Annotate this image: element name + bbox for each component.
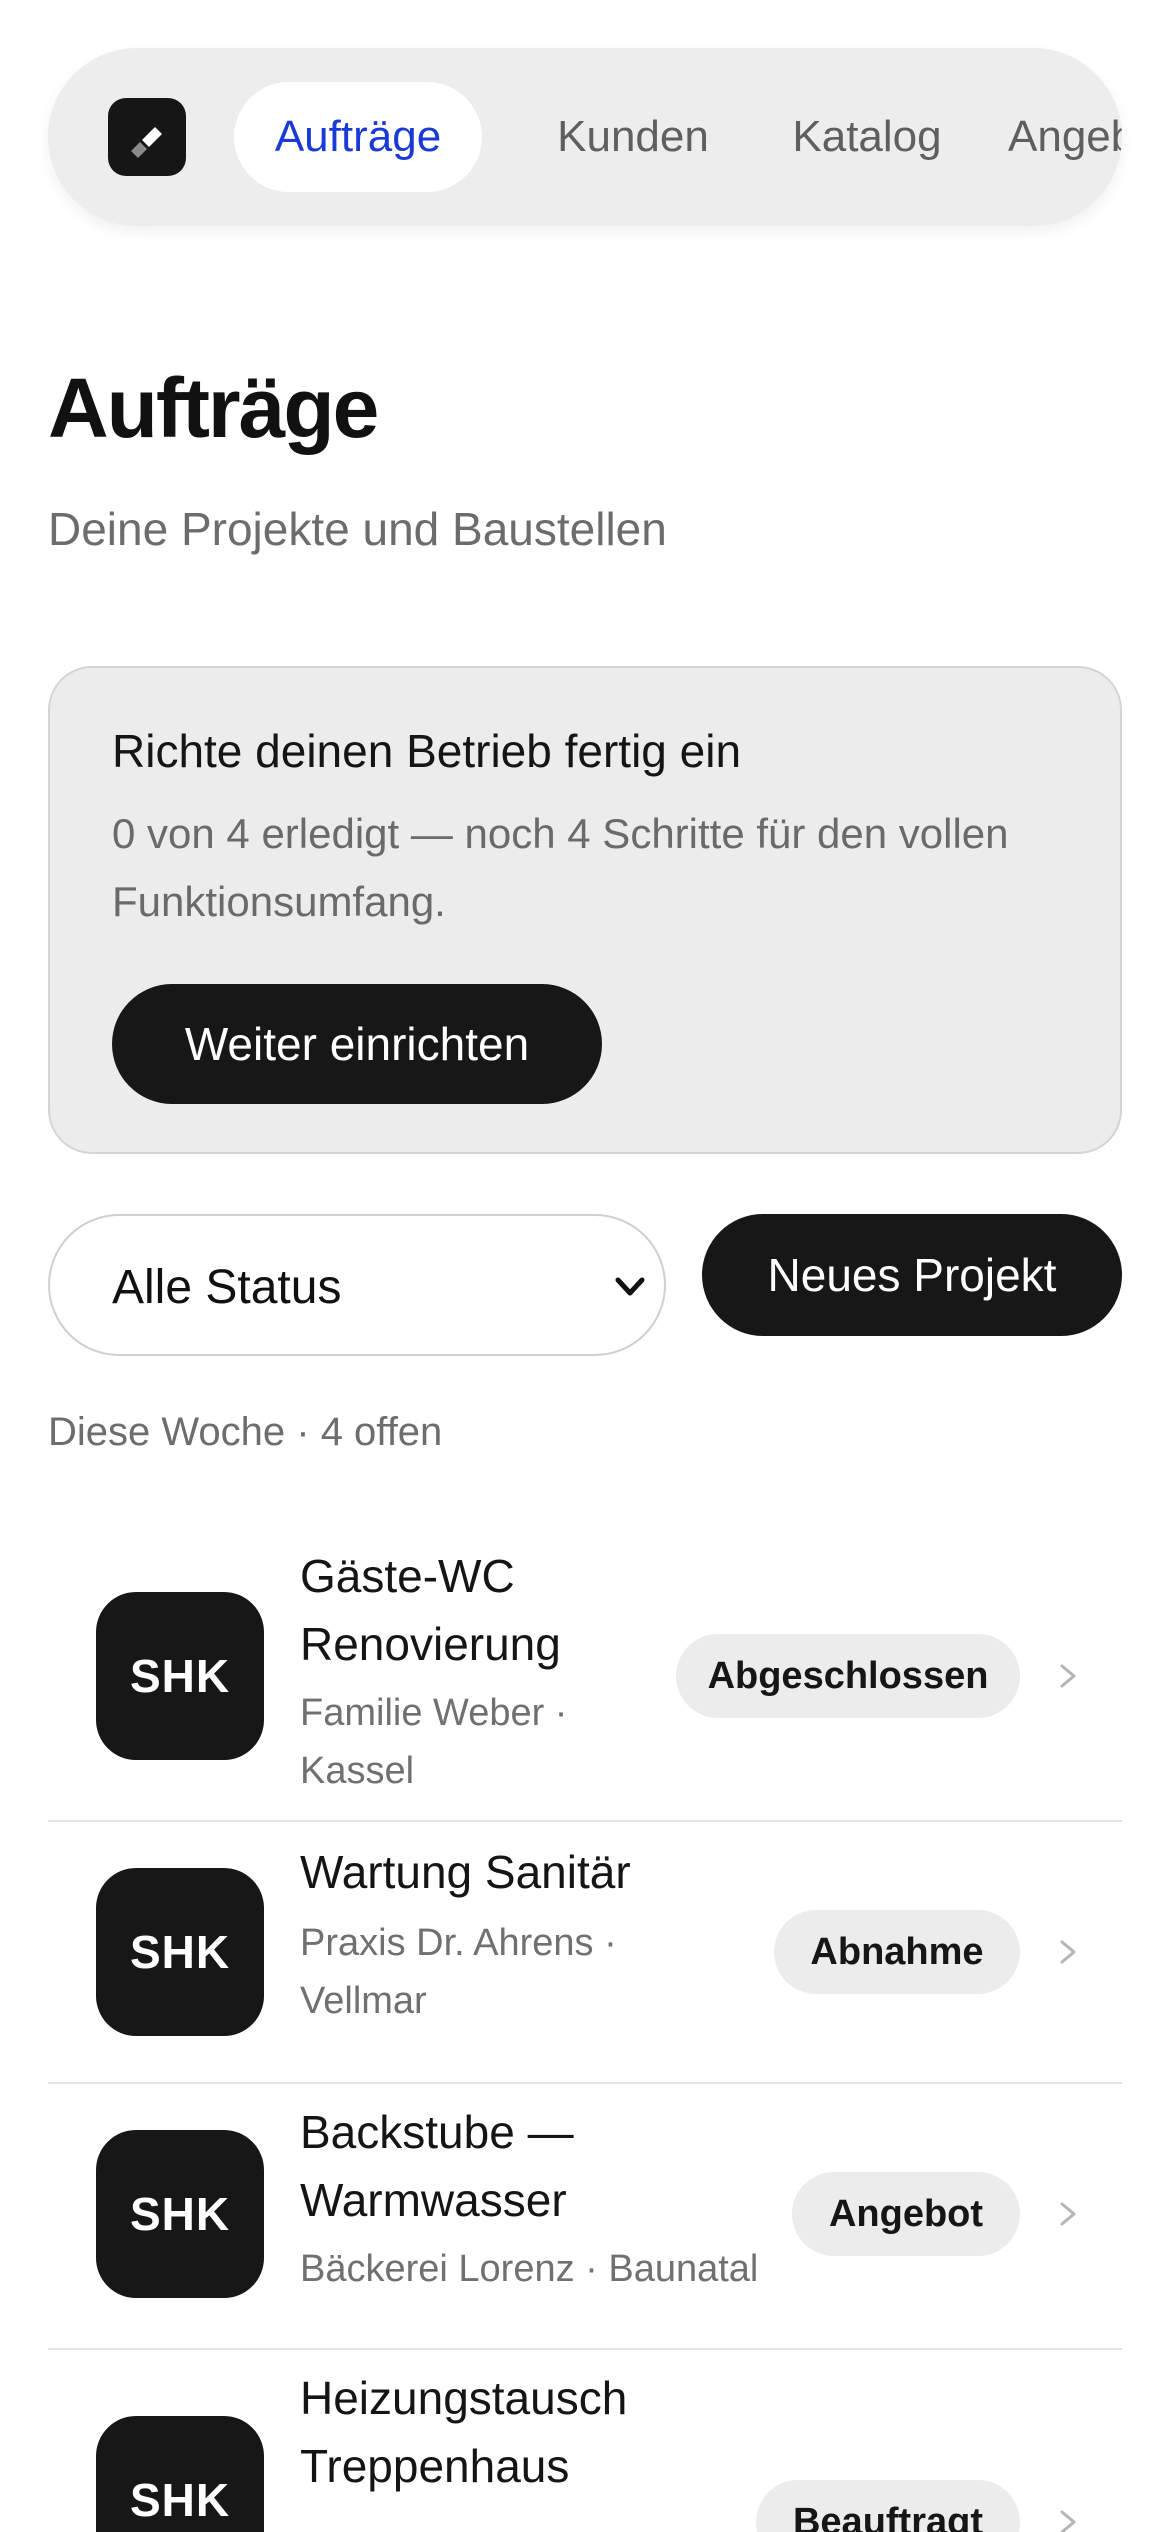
top-navigation: Aufträge Kunden Katalog Angebote <box>48 48 1122 226</box>
project-avatar: SHK <box>96 2130 264 2298</box>
status-badge: Abnahme <box>774 1910 1020 1994</box>
hammer-icon <box>131 127 162 158</box>
project-row[interactable]: SHK Wartung Sanitär Praxis Dr. Ahrens · … <box>48 1822 1122 2084</box>
page-title: Aufträge <box>48 361 379 455</box>
chevron-right-icon <box>1060 2510 1076 2532</box>
status-badge: Abgeschlossen <box>676 1634 1020 1718</box>
project-row[interactable]: SHK Backstube — Warmwasser Bäckerei Lore… <box>48 2084 1122 2350</box>
chevron-down-icon <box>615 1277 645 1296</box>
tab-katalog[interactable]: Katalog <box>764 82 970 192</box>
project-title: Backstube — <box>300 2106 574 2158</box>
project-title: Gäste-WC <box>300 1550 515 1602</box>
new-project-button[interactable]: Neues Projekt <box>702 1214 1122 1336</box>
project-location: Vellmar <box>300 1980 427 2022</box>
tab-auftraege[interactable]: Aufträge <box>234 82 482 192</box>
status-badge: Beauftragt <box>756 2480 1020 2532</box>
tab-angebote[interactable]: Angebote <box>1008 82 1122 192</box>
status-badge: Angebot <box>792 2172 1020 2256</box>
page-subtitle: Deine Projekte und Baustellen <box>48 503 667 555</box>
chevron-right-icon <box>1060 1940 1076 1964</box>
chevron-right-icon <box>1060 1664 1076 1688</box>
project-list: SHK Gäste-WC Renovierung Familie Weber ·… <box>48 1510 1122 2532</box>
project-title: Heizungstausch <box>300 2372 628 2424</box>
project-avatar: SHK <box>96 1868 264 2036</box>
project-title: Wartung Sanitär <box>300 1846 631 1898</box>
project-title-line2: Renovierung <box>300 1618 561 1670</box>
project-client: Familie Weber · <box>300 1692 568 1734</box>
status-filter-select[interactable]: Alle Status <box>48 1214 666 1356</box>
project-row[interactable]: SHK Gäste-WC Renovierung Familie Weber ·… <box>48 1510 1122 1822</box>
project-row[interactable]: SHK Heizungstausch Treppenhaus Beauftrag… <box>48 2350 1122 2532</box>
chevron-right-icon <box>1060 2202 1076 2226</box>
project-title-line2: Treppenhaus <box>300 2440 570 2492</box>
week-summary: Diese Woche · 4 offen <box>48 1410 443 1454</box>
setup-card: Richte deinen Betrieb fertig ein 0 von 4… <box>48 666 1122 1154</box>
setup-title: Richte deinen Betrieb fertig ein <box>112 725 742 777</box>
project-avatar: SHK <box>96 1592 264 1760</box>
tab-kunden[interactable]: Kunden <box>528 82 738 192</box>
continue-setup-button[interactable]: Weiter einrichten <box>112 984 602 1104</box>
project-client: Praxis Dr. Ahrens · <box>300 1922 617 1964</box>
project-location: Kassel <box>300 1750 415 1792</box>
project-client-location: Bäckerei Lorenz · Baunatal <box>300 2248 759 2290</box>
status-filter-value: Alle Status <box>112 1261 342 1314</box>
project-avatar: SHK <box>96 2416 264 2532</box>
project-title-line2: Warmwasser <box>300 2174 567 2226</box>
app-logo[interactable] <box>108 98 186 176</box>
setup-progress-text: 0 von 4 erledigt — noch 4 Schritte für d… <box>112 810 1009 925</box>
